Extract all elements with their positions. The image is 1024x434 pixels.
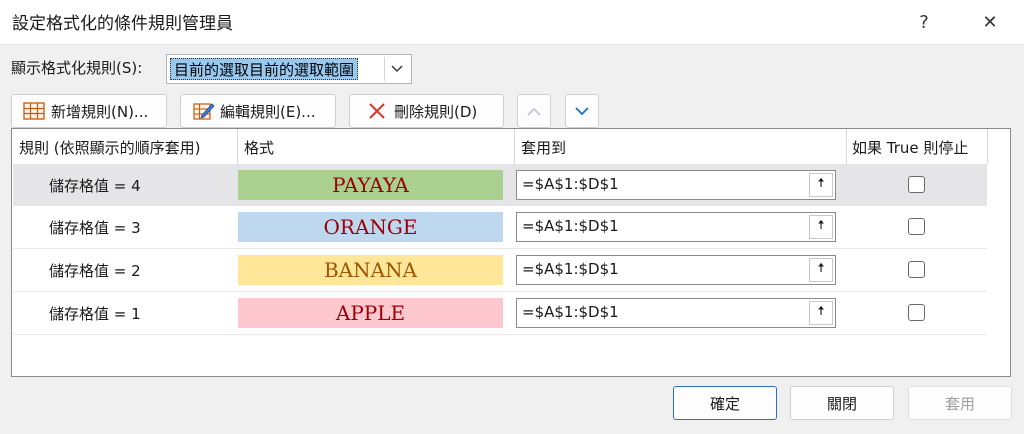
applies-to-field[interactable]: =$A$1:$D$1 🠅	[516, 170, 836, 200]
column-divider[interactable]	[846, 129, 847, 164]
collapse-dialog-button[interactable]: 🠅	[809, 173, 833, 197]
collapse-arrow-icon: 🠅	[817, 304, 825, 319]
new-rule-icon	[23, 102, 45, 120]
column-divider[interactable]	[514, 129, 515, 164]
stop-if-true-checkbox[interactable]	[908, 176, 925, 193]
edit-rule-label: 編輯規則(E)...	[220, 102, 316, 121]
collapse-dialog-button[interactable]: 🠅	[809, 215, 833, 239]
dropdown-chevron-button[interactable]	[384, 57, 409, 81]
window-title: 設定格式化的條件規則管理員	[12, 14, 233, 34]
apply-label: 套用	[944, 394, 975, 413]
chevron-down-icon	[575, 106, 589, 115]
move-up-button[interactable]	[517, 94, 551, 128]
ok-button[interactable]: 確定	[673, 386, 777, 420]
chevron-down-icon	[391, 65, 403, 72]
chevron-up-icon	[527, 107, 541, 116]
delete-rule-button[interactable]: 刪除規則(D)	[349, 94, 504, 128]
applies-to-value: =$A$1:$D$1	[522, 217, 619, 235]
close-label: 關閉	[826, 394, 857, 413]
applies-to-value: =$A$1:$D$1	[522, 303, 619, 321]
row-divider	[13, 334, 987, 335]
collapse-arrow-icon: 🠅	[817, 218, 825, 233]
new-rule-label: 新增規則(N)...	[51, 102, 149, 121]
delete-rule-label: 刪除規則(D)	[394, 102, 478, 121]
rule-row[interactable]: 儲存格值 = 3 ORANGE =$A$1:$D$1 🠅	[13, 206, 987, 248]
collapse-arrow-icon: 🠅	[817, 176, 825, 191]
column-header-stop-if-true[interactable]: 如果 True 則停止	[852, 137, 968, 158]
format-preview: ORANGE	[238, 212, 503, 242]
column-header-applies-to[interactable]: 套用到	[521, 137, 566, 158]
rule-description: 儲存格值 = 2	[49, 262, 141, 280]
column-header-rule[interactable]: 規則 (依照顯示的順序套用)	[19, 137, 200, 158]
format-preview: APPLE	[238, 298, 503, 328]
collapse-dialog-button[interactable]: 🠅	[809, 301, 833, 325]
column-header-format[interactable]: 格式	[244, 137, 274, 158]
collapse-dialog-button[interactable]: 🠅	[809, 258, 833, 282]
show-rules-dropdown[interactable]: 目前的選取目前的選取範圍	[166, 54, 412, 84]
rules-grid: 規則 (依照顯示的順序套用) 格式 套用到 如果 True 則停止 儲存格值 =…	[11, 128, 1011, 377]
ok-label: 確定	[709, 394, 740, 413]
apply-button[interactable]: 套用	[908, 386, 1012, 420]
stop-if-true-checkbox[interactable]	[908, 304, 925, 321]
show-rules-selected-value: 目前的選取目前的選取範圍	[170, 58, 359, 80]
column-divider[interactable]	[237, 129, 238, 164]
rule-row[interactable]: 儲存格值 = 4 PAYAYA =$A$1:$D$1 🠅	[13, 164, 987, 206]
format-preview: BANANA	[238, 255, 503, 285]
format-preview: PAYAYA	[238, 170, 503, 200]
applies-to-value: =$A$1:$D$1	[522, 260, 619, 278]
rule-description: 儲存格值 = 1	[49, 305, 141, 323]
stop-if-true-checkbox[interactable]	[908, 218, 925, 235]
collapse-arrow-icon: 🠅	[817, 261, 825, 276]
delete-x-icon	[369, 103, 385, 119]
rule-description: 儲存格值 = 4	[49, 177, 141, 195]
help-icon: ?	[919, 11, 929, 33]
rule-row[interactable]: 儲存格值 = 2 BANANA =$A$1:$D$1 🠅	[13, 249, 987, 291]
close-icon: ✕	[982, 11, 998, 33]
rule-row[interactable]: 儲存格值 = 1 APPLE =$A$1:$D$1 🠅	[13, 292, 987, 334]
applies-to-field[interactable]: =$A$1:$D$1 🠅	[516, 255, 836, 285]
rule-description: 儲存格值 = 3	[49, 219, 141, 237]
help-button[interactable]: ?	[902, 4, 946, 40]
column-divider[interactable]	[987, 129, 988, 164]
edit-rule-icon	[193, 103, 215, 120]
edit-rule-button[interactable]: 編輯規則(E)...	[180, 94, 336, 128]
new-rule-button[interactable]: 新增規則(N)...	[11, 94, 167, 128]
applies-to-field[interactable]: =$A$1:$D$1 🠅	[516, 212, 836, 242]
show-rules-label: 顯示格式化規則(S):	[11, 59, 143, 77]
move-down-button[interactable]	[565, 94, 599, 128]
title-bar: 設定格式化的條件規則管理員 ? ✕	[0, 0, 1024, 44]
stop-if-true-checkbox[interactable]	[908, 261, 925, 278]
close-window-button[interactable]: ✕	[968, 4, 1012, 40]
applies-to-field[interactable]: =$A$1:$D$1 🠅	[516, 298, 836, 328]
applies-to-value: =$A$1:$D$1	[522, 175, 619, 193]
close-button[interactable]: 關閉	[790, 386, 894, 420]
